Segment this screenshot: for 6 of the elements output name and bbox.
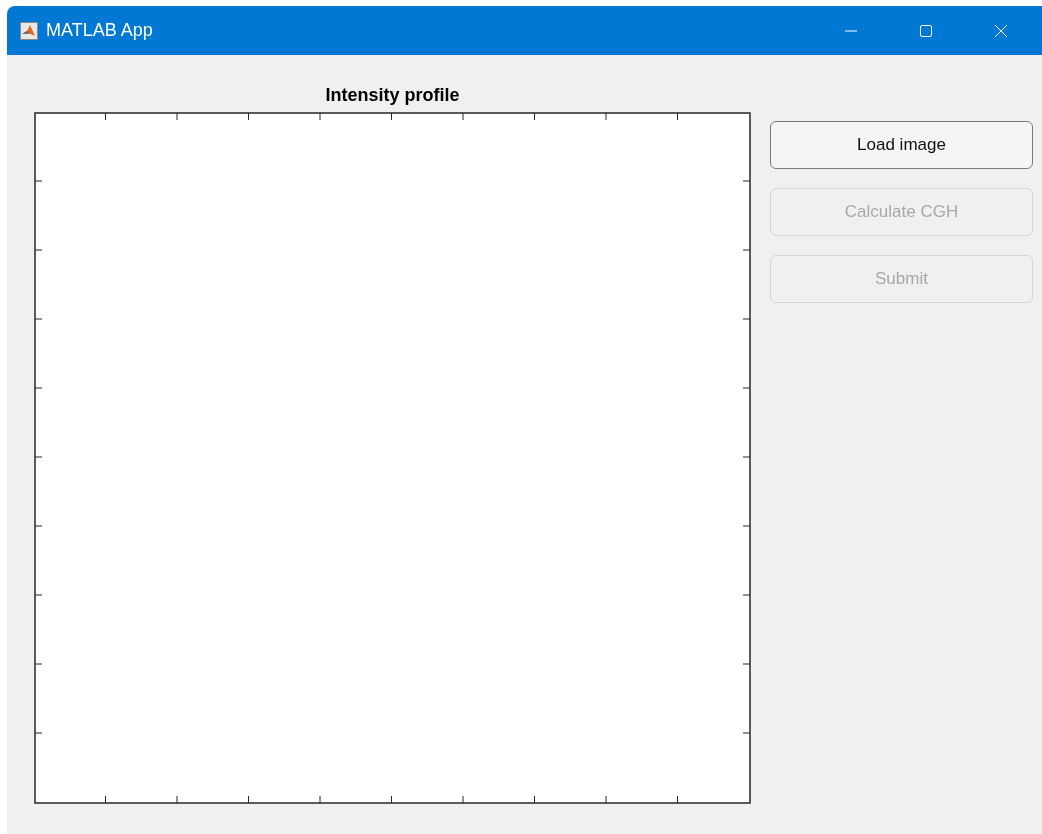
maximize-icon[interactable] — [919, 23, 933, 38]
window-title: MATLAB App — [46, 20, 153, 41]
action-button[interactable]: Load image — [770, 121, 1033, 169]
axes-title: Intensity profile — [325, 84, 460, 107]
close-icon[interactable] — [994, 23, 1008, 38]
app-icon — [20, 21, 38, 40]
